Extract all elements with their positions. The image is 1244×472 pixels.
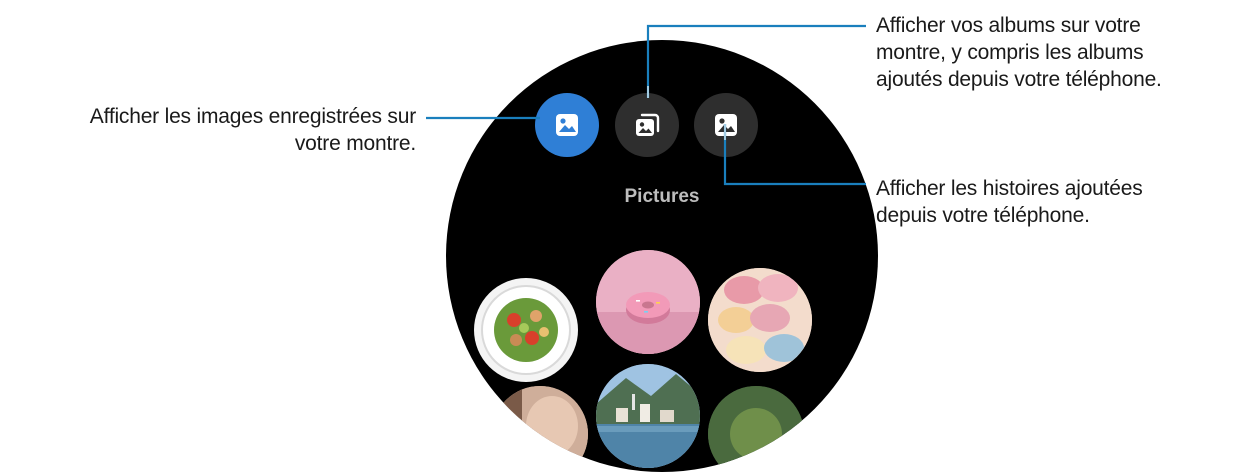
callout-line-albums: [646, 24, 866, 98]
callout-line-stories: [723, 124, 866, 186]
callout-lines: [426, 24, 866, 186]
